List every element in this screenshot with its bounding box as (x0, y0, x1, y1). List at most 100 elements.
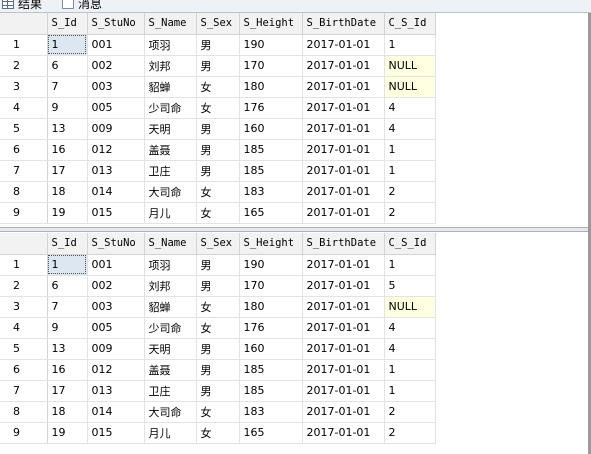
table-cell[interactable]: 001 (87, 254, 145, 276)
table-cell[interactable]: 185 (239, 359, 303, 381)
table-cell[interactable]: 2017-01-01 (302, 317, 385, 339)
table-cell[interactable]: 005 (87, 317, 145, 339)
table-cell[interactable]: 009 (87, 338, 145, 360)
table-cell[interactable]: 012 (87, 139, 145, 161)
table-cell[interactable]: 185 (239, 160, 303, 182)
table-cell[interactable]: 少司命 (144, 97, 197, 119)
row-number[interactable]: 3 (0, 76, 48, 98)
table-cell[interactable]: 013 (87, 160, 145, 182)
column-header[interactable]: S_StuNo (87, 233, 145, 255)
table-cell[interactable]: 男 (196, 359, 240, 381)
table-cell[interactable]: 183 (239, 401, 303, 423)
table-cell[interactable]: 1 (384, 139, 436, 161)
table-cell[interactable]: 2017-01-01 (302, 422, 385, 444)
table-cell[interactable]: 6 (47, 55, 88, 77)
table-cell[interactable]: 17 (47, 380, 88, 402)
table-cell[interactable]: 170 (239, 55, 303, 77)
table-cell[interactable]: 2017-01-01 (302, 338, 385, 360)
table-cell[interactable]: 180 (239, 296, 303, 318)
table-cell[interactable]: NULL (384, 296, 436, 318)
column-header[interactable]: S_Id (47, 13, 88, 35)
table-row[interactable]: 5 13 009 天明男 160 2017-01-01 4 (0, 118, 591, 140)
table-cell[interactable]: 2017-01-01 (302, 202, 385, 224)
table-row[interactable]: 8 18 014 大司命女 183 2017-01-01 2 (0, 401, 591, 423)
table-cell[interactable]: 18 (47, 181, 88, 203)
table-cell[interactable]: 014 (87, 401, 145, 423)
table-cell[interactable]: 男 (196, 160, 240, 182)
table-cell[interactable]: 003 (87, 76, 145, 98)
table-cell[interactable]: 1 (384, 254, 436, 276)
table-cell[interactable]: 2017-01-01 (302, 181, 385, 203)
table-cell[interactable]: 1 (47, 34, 88, 56)
table-cell[interactable]: 女 (196, 76, 240, 98)
table-row[interactable]: 9 19 015 月儿女 165 2017-01-01 2 (0, 422, 591, 444)
table-cell[interactable]: 2017-01-01 (302, 380, 385, 402)
table-cell[interactable]: 貂蝉 (144, 76, 197, 98)
table-cell[interactable]: 003 (87, 296, 145, 318)
column-header[interactable]: S_Sex (196, 13, 240, 35)
table-cell[interactable]: 170 (239, 275, 303, 297)
table-cell[interactable]: 18 (47, 401, 88, 423)
column-header[interactable]: S_Id (47, 233, 88, 255)
table-cell[interactable]: 9 (47, 317, 88, 339)
table-row[interactable]: 2 6 002 刘邦男 170 2017-01-01 NULL (0, 55, 591, 77)
table-row[interactable]: 5 13 009 天明男 160 2017-01-01 4 (0, 338, 591, 360)
table-cell[interactable]: 女 (196, 422, 240, 444)
table-cell[interactable]: 男 (196, 254, 240, 276)
table-row[interactable]: 2 6 002 刘邦男 170 2017-01-01 5 (0, 275, 591, 297)
table-cell[interactable]: 015 (87, 422, 145, 444)
table-cell[interactable]: 2017-01-01 (302, 296, 385, 318)
row-number[interactable]: 7 (0, 160, 48, 182)
table-cell[interactable]: 2017-01-01 (302, 139, 385, 161)
table-cell[interactable]: 盖聂 (144, 359, 197, 381)
row-number[interactable]: 8 (0, 181, 48, 203)
table-cell[interactable]: 大司命 (144, 181, 197, 203)
table-cell[interactable]: 男 (196, 139, 240, 161)
table-cell[interactable]: 1 (384, 380, 436, 402)
table-cell[interactable]: 男 (196, 118, 240, 140)
table-cell[interactable]: 男 (196, 380, 240, 402)
table-cell[interactable]: 183 (239, 181, 303, 203)
grid-splitter[interactable] (0, 227, 591, 232)
table-row[interactable]: 1 1 001 项羽男 190 2017-01-01 1 (0, 254, 591, 276)
table-cell[interactable]: NULL (384, 76, 436, 98)
table-cell[interactable]: 1 (47, 254, 88, 276)
table-cell[interactable]: 4 (384, 317, 436, 339)
row-number[interactable]: 9 (0, 202, 48, 224)
table-cell[interactable]: 6 (47, 275, 88, 297)
table-cell[interactable]: 13 (47, 338, 88, 360)
table-cell[interactable]: 176 (239, 317, 303, 339)
table-cell[interactable]: 4 (384, 97, 436, 119)
table-row[interactable]: 6 16 012 盖聂男 185 2017-01-01 1 (0, 139, 591, 161)
row-number[interactable]: 2 (0, 275, 48, 297)
table-cell[interactable]: 盖聂 (144, 139, 197, 161)
table-cell[interactable]: NULL (384, 55, 436, 77)
table-cell[interactable]: 002 (87, 55, 145, 77)
table-cell[interactable]: 少司命 (144, 317, 197, 339)
table-cell[interactable]: 2 (384, 202, 436, 224)
table-cell[interactable]: 001 (87, 34, 145, 56)
table-cell[interactable]: 7 (47, 296, 88, 318)
table-cell[interactable]: 女 (196, 296, 240, 318)
column-header[interactable]: C_S_Id (384, 233, 436, 255)
table-cell[interactable]: 男 (196, 275, 240, 297)
table-cell[interactable]: 男 (196, 338, 240, 360)
table-cell[interactable]: 160 (239, 338, 303, 360)
row-number[interactable]: 5 (0, 338, 48, 360)
table-cell[interactable]: 刘邦 (144, 275, 197, 297)
table-cell[interactable]: 女 (196, 202, 240, 224)
column-header[interactable]: S_BirthDate (302, 233, 385, 255)
column-header[interactable]: S_BirthDate (302, 13, 385, 35)
table-cell[interactable]: 5 (384, 275, 436, 297)
table-cell[interactable]: 17 (47, 160, 88, 182)
column-header[interactable]: S_Name (144, 13, 197, 35)
table-cell[interactable]: 16 (47, 359, 88, 381)
table-row[interactable]: 7 17 013 卫庄男 185 2017-01-01 1 (0, 380, 591, 402)
table-cell[interactable]: 天明 (144, 338, 197, 360)
table-cell[interactable]: 2017-01-01 (302, 359, 385, 381)
row-number[interactable]: 7 (0, 380, 48, 402)
table-cell[interactable]: 女 (196, 317, 240, 339)
table-cell[interactable]: 2017-01-01 (302, 76, 385, 98)
result-grid-1[interactable]: S_Id S_StuNo S_Name S_Sex S_Height S_BirthDat… (0, 13, 591, 224)
table-cell[interactable]: 1 (384, 160, 436, 182)
